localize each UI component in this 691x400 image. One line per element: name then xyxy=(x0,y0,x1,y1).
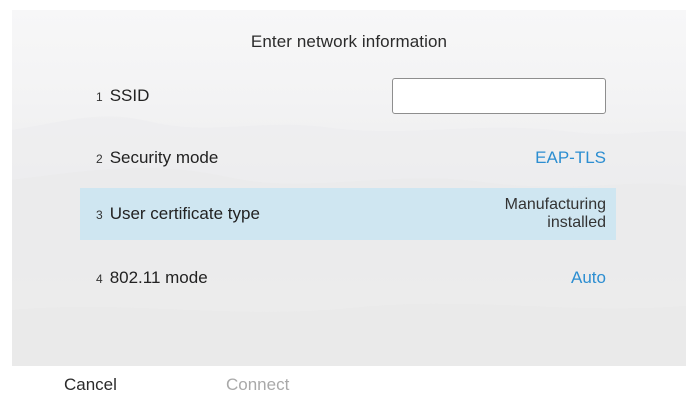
80211-mode-value[interactable]: Auto xyxy=(571,268,606,288)
row-number: 4 xyxy=(96,272,103,286)
network-info-panel: Enter network information 1 SSID 2 Secur… xyxy=(12,10,686,366)
security-mode-label-group: 2 Security mode xyxy=(96,148,218,168)
row-number: 1 xyxy=(96,90,103,104)
80211-mode-label-group: 4 802.11 mode xyxy=(96,268,208,288)
user-certificate-type-label: User certificate type xyxy=(109,204,260,223)
ssid-input[interactable] xyxy=(392,78,606,114)
ssid-label: SSID xyxy=(109,86,150,105)
security-mode-value[interactable]: EAP-TLS xyxy=(535,148,606,168)
security-mode-label: Security mode xyxy=(109,148,219,167)
row-number: 2 xyxy=(96,152,103,166)
footer-bar: Cancel Connect xyxy=(0,366,691,400)
ssid-label-group: 1 SSID xyxy=(96,86,149,106)
ssid-row[interactable]: 1 SSID xyxy=(80,70,616,122)
certificate-value-line2: installed xyxy=(547,214,606,231)
user-certificate-type-row[interactable]: 3 User certificate type Manufacturing in… xyxy=(80,188,616,240)
connect-button[interactable]: Connect xyxy=(226,375,289,395)
security-mode-row[interactable]: 2 Security mode EAP-TLS xyxy=(80,132,616,184)
certificate-value-line1: Manufacturing xyxy=(504,196,606,213)
user-certificate-type-value[interactable]: Manufacturing installed xyxy=(505,196,606,232)
cancel-button[interactable]: Cancel xyxy=(64,375,117,395)
user-certificate-type-label-group: 3 User certificate type xyxy=(96,204,260,224)
page-title: Enter network information xyxy=(250,32,448,51)
80211-mode-label: 802.11 mode xyxy=(109,268,208,287)
row-number: 3 xyxy=(96,208,103,222)
network-setup-screen: Enter network information 1 SSID 2 Secur… xyxy=(0,0,691,400)
80211-mode-row[interactable]: 4 802.11 mode Auto xyxy=(80,252,616,304)
